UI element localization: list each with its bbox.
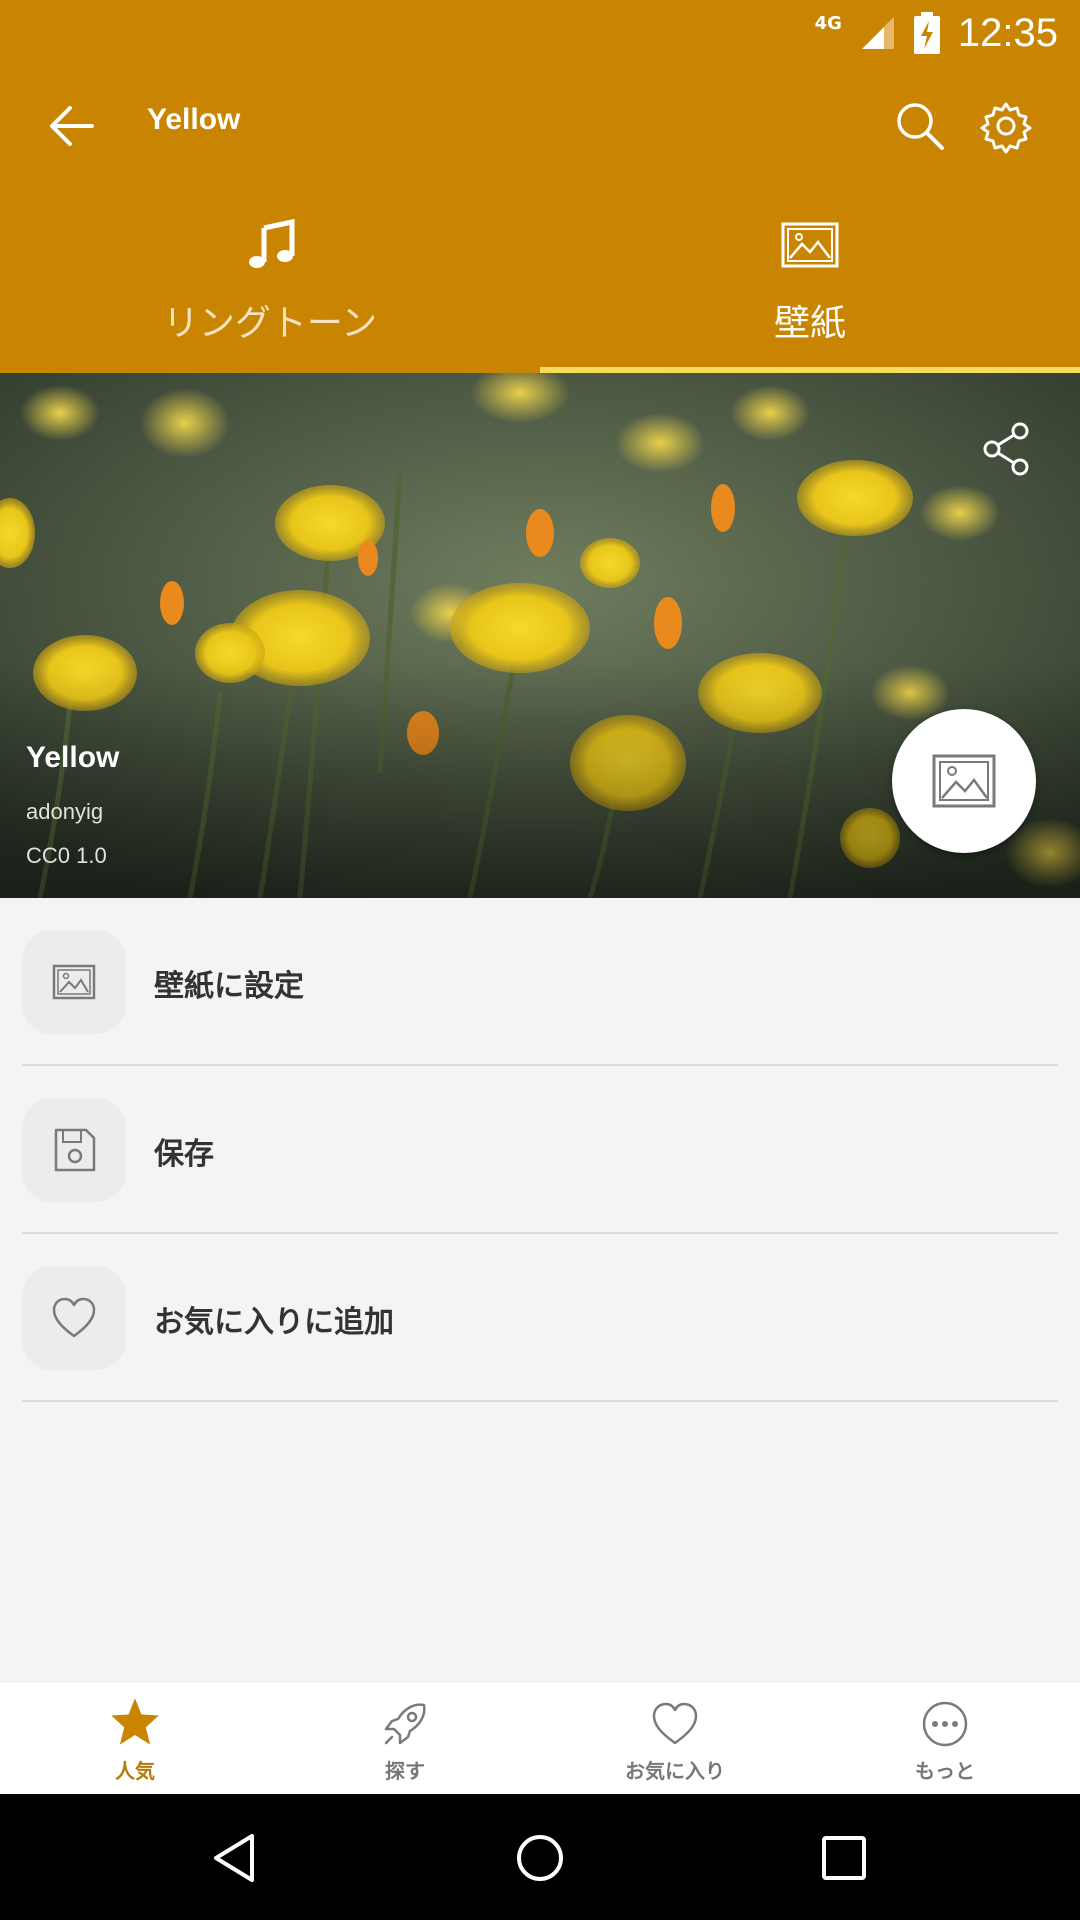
nav-popular[interactable]: 人気 [0, 1683, 270, 1794]
set-wallpaper-label: 壁紙に設定 [154, 969, 304, 1004]
save-icon [54, 1128, 96, 1172]
nav-more[interactable]: もっと [810, 1683, 1080, 1794]
tab-ringtone[interactable]: リングトーン [0, 184, 540, 373]
image-icon [932, 754, 996, 808]
rocket-icon [384, 1703, 426, 1745]
wallpaper-author: adonyig [26, 799, 104, 824]
back-arrow-icon[interactable] [42, 96, 102, 156]
status-bar: 4G 12:35 [0, 0, 1080, 66]
save-icon-tile [22, 1098, 126, 1202]
gear-icon[interactable] [978, 98, 1034, 154]
app-bar: Yellow [0, 66, 1080, 184]
tab-ringtone-label: リングトーン [162, 303, 378, 344]
star-icon [111, 1698, 159, 1745]
tab-wallpaper-label: 壁紙 [773, 303, 846, 344]
nav-more-label: もっと [915, 1759, 975, 1783]
wallpaper-title: Yellow [26, 741, 120, 774]
add-favorite-label: お気に入りに追加 [154, 1305, 394, 1340]
system-back-icon[interactable] [206, 1828, 266, 1888]
clock: 12:35 [957, 10, 1058, 55]
heart-icon [52, 1297, 96, 1338]
divider [22, 1400, 1058, 1402]
tab-bar: リングトーン 壁紙 [0, 184, 1080, 373]
bottom-navigation: 人気 探す お気に入り もっと [0, 1683, 1080, 1794]
wallpaper-license: CC0 1.0 [26, 843, 107, 868]
system-recents-icon[interactable] [814, 1828, 874, 1888]
image-icon [781, 222, 839, 268]
battery-charging-icon [913, 12, 940, 54]
signal-icon [861, 17, 894, 49]
search-icon[interactable] [892, 98, 948, 154]
network-type: 4G [814, 12, 842, 34]
preview-fab-button[interactable] [892, 709, 1036, 853]
heart-icon [652, 1702, 698, 1745]
more-icon [922, 1701, 968, 1747]
music-note-icon [249, 218, 295, 268]
save-button[interactable]: 保存 [0, 1066, 1080, 1234]
wallpaper-preview[interactable]: Yellow adonyig CC0 1.0 [0, 373, 1080, 898]
share-icon[interactable] [980, 421, 1032, 477]
nav-explore[interactable]: 探す [270, 1683, 540, 1794]
set-wallpaper-button[interactable]: 壁紙に設定 [0, 898, 1080, 1066]
image-icon [52, 964, 96, 1000]
heart-icon-tile [22, 1266, 126, 1370]
add-favorite-button[interactable]: お気に入りに追加 [0, 1234, 1080, 1402]
image-icon-tile [22, 930, 126, 1034]
save-label: 保存 [154, 1137, 214, 1172]
nav-favorites-label: お気に入り [625, 1759, 725, 1783]
nav-explore-label: 探す [385, 1759, 425, 1783]
nav-favorites[interactable]: お気に入り [540, 1683, 810, 1794]
tab-wallpaper[interactable]: 壁紙 [540, 184, 1080, 373]
page-title: Yellow [147, 103, 241, 136]
system-navigation-bar [0, 1794, 1080, 1920]
nav-popular-label: 人気 [115, 1759, 155, 1783]
action-list: 壁紙に設定 保存 お気に入りに追加 [0, 898, 1080, 1402]
system-home-icon[interactable] [510, 1828, 570, 1888]
